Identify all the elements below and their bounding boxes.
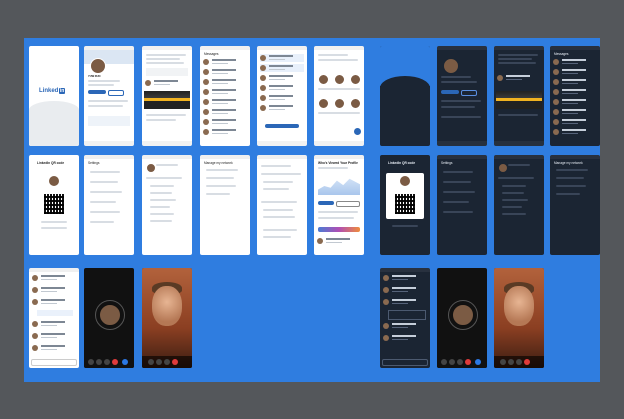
screen-network-menu-dark[interactable]: Manage my network <box>550 155 600 255</box>
network-menu-title-dark: Manage my network <box>554 161 583 165</box>
screen-menu-light[interactable] <box>142 155 192 255</box>
avatar <box>90 58 106 74</box>
settings-title: Settings <box>88 161 100 165</box>
screen-video-call-dark[interactable] <box>494 268 544 368</box>
screen-qr-light[interactable]: LinkedIn QR code <box>29 155 79 255</box>
screen-post-options-light[interactable] <box>257 155 307 255</box>
screen-video-call-light[interactable] <box>142 268 192 368</box>
qr-title-dark: LinkedIn QR code <box>388 161 416 165</box>
screen-network-light[interactable] <box>314 46 364 146</box>
screen-messages-light[interactable]: Messages <box>200 46 250 146</box>
screen-call-audio-dark[interactable] <box>437 268 487 368</box>
screen-menu-dark[interactable] <box>494 155 544 255</box>
open-to-button[interactable] <box>88 90 106 94</box>
screen-profile-dark[interactable] <box>437 46 487 146</box>
message-input[interactable] <box>31 359 77 366</box>
screen-feed-dark[interactable] <box>494 46 544 146</box>
messages-title-dark: Messages <box>554 52 569 56</box>
screen-chat-dark[interactable] <box>380 268 430 368</box>
screen-feed-light[interactable] <box>142 46 192 146</box>
screen-viewers-light[interactable]: Who's Viewed Your Profile <box>314 155 364 255</box>
screen-splash-dark[interactable] <box>380 46 430 146</box>
views-chart <box>318 178 360 195</box>
settings-title-dark: Settings <box>441 161 453 165</box>
screen-settings-dark[interactable]: Settings <box>437 155 487 255</box>
action-button[interactable] <box>265 124 299 128</box>
screen-chat-light[interactable] <box>29 268 79 368</box>
design-board: Linked in YUW DUO Messages Messages Link… <box>24 38 600 382</box>
screen-qr-dark[interactable]: LinkedIn QR code <box>380 155 430 255</box>
screen-settings-light[interactable]: Settings <box>84 155 134 255</box>
add-section-button[interactable] <box>108 90 124 96</box>
profile-name: YUW DUO <box>88 75 101 78</box>
viewers-title: Who's Viewed Your Profile <box>318 161 358 165</box>
network-menu-title: Manage my network <box>204 161 233 165</box>
premium-banner[interactable] <box>318 227 360 232</box>
linkedin-logo: Linked in <box>39 88 66 94</box>
screen-profile-light[interactable]: YUW DUO <box>84 46 134 146</box>
caller-video <box>152 286 182 326</box>
qr-title: LinkedIn QR code <box>37 161 65 165</box>
screen-messages-dark[interactable]: Messages <box>550 46 600 146</box>
screen-call-audio-light[interactable] <box>84 268 134 368</box>
screen-notifications-light[interactable] <box>257 46 307 146</box>
screen-splash-light[interactable]: Linked in <box>29 46 79 146</box>
qr-code <box>43 193 65 215</box>
screen-network-menu-light[interactable]: Manage my network <box>200 155 250 255</box>
compose-button[interactable] <box>354 128 361 135</box>
messages-title: Messages <box>204 52 219 56</box>
feed-photo <box>144 91 190 109</box>
